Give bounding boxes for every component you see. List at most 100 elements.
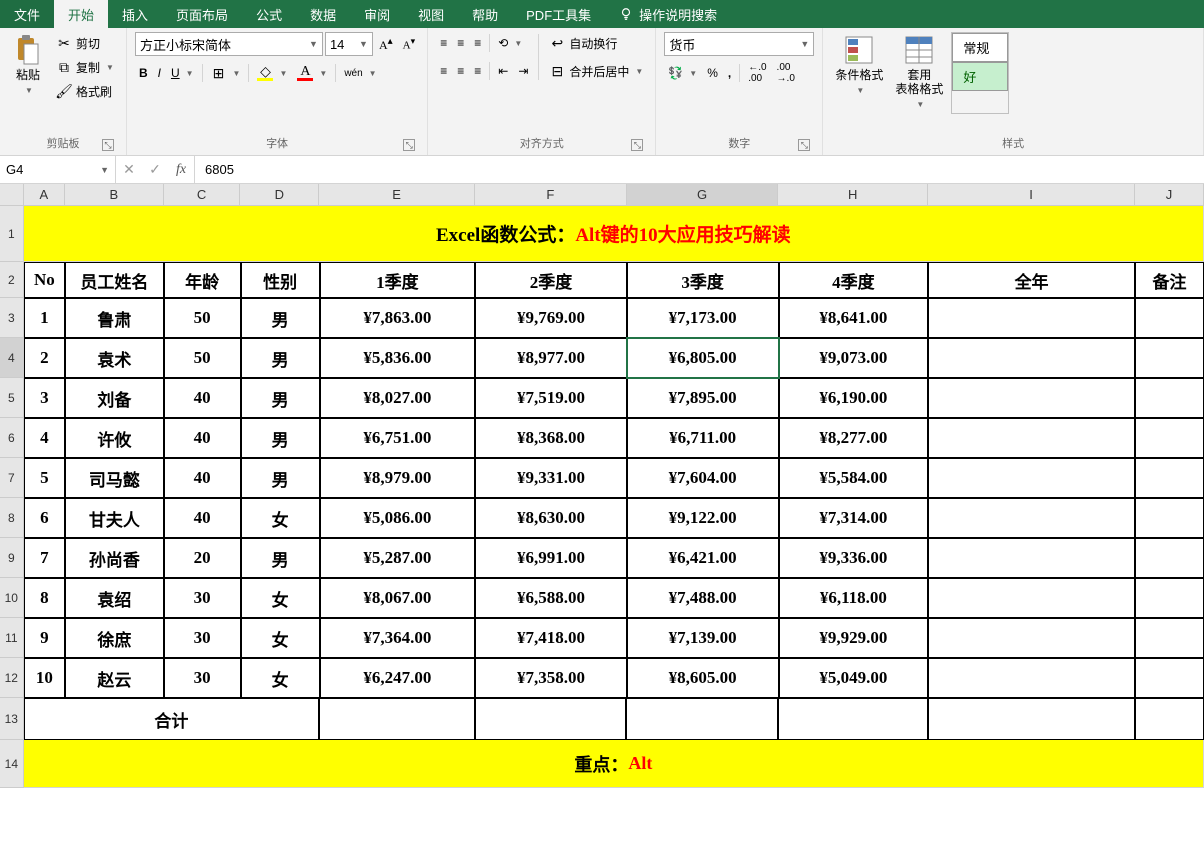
data-cell[interactable]: 女 — [241, 618, 320, 658]
data-cell[interactable]: 司马懿 — [65, 458, 164, 498]
font-name-combo[interactable]: 方正小标宋简体▼ — [135, 32, 323, 56]
data-cell[interactable]: ¥9,122.00 — [627, 498, 779, 538]
data-cell[interactable]: 5 — [24, 458, 66, 498]
data-cell[interactable]: 40 — [164, 418, 241, 458]
align-center-button[interactable]: ≡ — [453, 60, 468, 82]
col-header-C[interactable]: C — [164, 184, 241, 205]
total-cell[interactable] — [778, 698, 928, 740]
data-cell[interactable]: ¥8,977.00 — [475, 338, 627, 378]
row-header-1[interactable]: 1 — [0, 206, 24, 262]
tab-formulas[interactable]: 公式 — [242, 0, 296, 28]
header-cell[interactable]: 1季度 — [320, 262, 476, 298]
data-cell[interactable]: 甘夫人 — [65, 498, 164, 538]
data-cell[interactable]: 1 — [24, 298, 66, 338]
data-cell[interactable]: ¥6,190.00 — [779, 378, 929, 418]
row-header-5[interactable]: 5 — [0, 378, 24, 418]
align-left-button[interactable]: ≡ — [436, 60, 451, 82]
data-cell[interactable] — [928, 498, 1135, 538]
data-cell[interactable]: 8 — [24, 578, 66, 618]
data-cell[interactable] — [1135, 378, 1204, 418]
title-cell[interactable]: Excel函数公式：Alt键的10大应用技巧解读 — [24, 206, 1204, 262]
tab-pdf-tools[interactable]: PDF工具集 — [512, 0, 605, 28]
data-cell[interactable]: 袁绍 — [65, 578, 164, 618]
data-cell[interactable]: ¥8,979.00 — [320, 458, 476, 498]
total-cell[interactable] — [928, 698, 1135, 740]
col-header-B[interactable]: B — [65, 184, 164, 205]
copy-button[interactable]: ⧉复制▼ — [52, 56, 118, 78]
data-cell[interactable]: ¥5,086.00 — [320, 498, 476, 538]
align-right-button[interactable]: ≡ — [470, 60, 485, 82]
data-cell[interactable]: 10 — [24, 658, 66, 698]
col-header-A[interactable]: A — [24, 184, 65, 205]
increase-decimal-button[interactable]: ←.0.00 — [744, 62, 770, 84]
data-cell[interactable]: 7 — [24, 538, 66, 578]
data-cell[interactable]: ¥7,418.00 — [475, 618, 627, 658]
footer-cell[interactable]: 重点：Alt — [24, 740, 1204, 788]
data-cell[interactable]: ¥7,519.00 — [475, 378, 627, 418]
data-cell[interactable]: 3 — [24, 378, 66, 418]
row-header-14[interactable]: 14 — [0, 740, 24, 788]
row-header-3[interactable]: 3 — [0, 298, 24, 338]
tab-file[interactable]: 文件 — [0, 0, 54, 28]
style-good[interactable]: 好 — [952, 62, 1008, 91]
header-cell[interactable]: No — [24, 262, 66, 298]
data-cell[interactable] — [928, 338, 1135, 378]
data-cell[interactable] — [928, 378, 1135, 418]
orientation-button[interactable]: ⟲▼ — [494, 32, 526, 54]
accounting-format-button[interactable]: 💱▼ — [664, 62, 701, 84]
data-cell[interactable]: ¥7,358.00 — [475, 658, 627, 698]
wrap-text-button[interactable]: ↩自动换行 — [545, 32, 647, 54]
data-cell[interactable]: 徐庶 — [65, 618, 164, 658]
data-cell[interactable]: 30 — [164, 578, 241, 618]
data-cell[interactable]: ¥6,805.00 — [627, 338, 779, 378]
data-cell[interactable]: 20 — [164, 538, 241, 578]
data-cell[interactable]: 女 — [241, 578, 320, 618]
tab-insert[interactable]: 插入 — [108, 0, 162, 28]
font-size-combo[interactable]: 14▼ — [325, 32, 373, 56]
header-cell[interactable]: 备注 — [1135, 262, 1204, 298]
data-cell[interactable]: 袁术 — [65, 338, 164, 378]
data-cell[interactable]: ¥7,173.00 — [627, 298, 779, 338]
data-cell[interactable]: ¥7,604.00 — [627, 458, 779, 498]
underline-button[interactable]: U▼ — [167, 62, 198, 84]
fill-color-button[interactable]: ◇▼ — [253, 62, 291, 84]
format-painter-button[interactable]: 🖌格式刷 — [52, 80, 118, 102]
data-cell[interactable]: 6 — [24, 498, 66, 538]
col-header-G[interactable]: G — [627, 184, 779, 205]
data-cell[interactable] — [928, 298, 1135, 338]
data-cell[interactable]: 40 — [164, 378, 241, 418]
total-label-cell[interactable]: 合计 — [24, 698, 319, 740]
data-cell[interactable]: ¥7,863.00 — [320, 298, 476, 338]
style-normal[interactable]: 常规 — [952, 33, 1008, 62]
bold-button[interactable]: B — [135, 62, 152, 84]
data-cell[interactable]: 男 — [241, 338, 320, 378]
data-cell[interactable]: ¥9,331.00 — [475, 458, 627, 498]
data-cell[interactable]: ¥6,991.00 — [475, 538, 627, 578]
data-cell[interactable]: 2 — [24, 338, 66, 378]
row-header-9[interactable]: 9 — [0, 538, 24, 578]
data-cell[interactable]: 40 — [164, 458, 241, 498]
paste-button[interactable]: 粘贴 ▼ — [8, 32, 48, 102]
data-cell[interactable]: ¥8,067.00 — [320, 578, 476, 618]
data-cell[interactable]: 男 — [241, 378, 320, 418]
increase-font-button[interactable]: A▴ — [375, 33, 397, 55]
data-cell[interactable]: ¥6,118.00 — [779, 578, 929, 618]
data-cell[interactable]: 4 — [24, 418, 66, 458]
select-all-corner[interactable] — [0, 184, 24, 205]
total-cell[interactable] — [475, 698, 627, 740]
align-bottom-button[interactable]: ≡ — [470, 32, 485, 54]
col-header-J[interactable]: J — [1135, 184, 1204, 205]
data-cell[interactable]: 30 — [164, 658, 241, 698]
data-cell[interactable]: ¥6,711.00 — [627, 418, 779, 458]
data-cell[interactable]: ¥7,364.00 — [320, 618, 476, 658]
data-cell[interactable]: 40 — [164, 498, 241, 538]
data-cell[interactable]: 女 — [241, 658, 320, 698]
total-cell[interactable] — [1135, 698, 1204, 740]
cut-button[interactable]: ✂剪切 — [52, 32, 118, 54]
data-cell[interactable]: 男 — [241, 538, 320, 578]
tab-help[interactable]: 帮助 — [458, 0, 512, 28]
data-cell[interactable]: ¥8,605.00 — [627, 658, 779, 698]
accept-formula-button[interactable]: ✓ — [142, 161, 168, 178]
italic-button[interactable]: I — [154, 62, 165, 84]
data-cell[interactable] — [928, 618, 1135, 658]
